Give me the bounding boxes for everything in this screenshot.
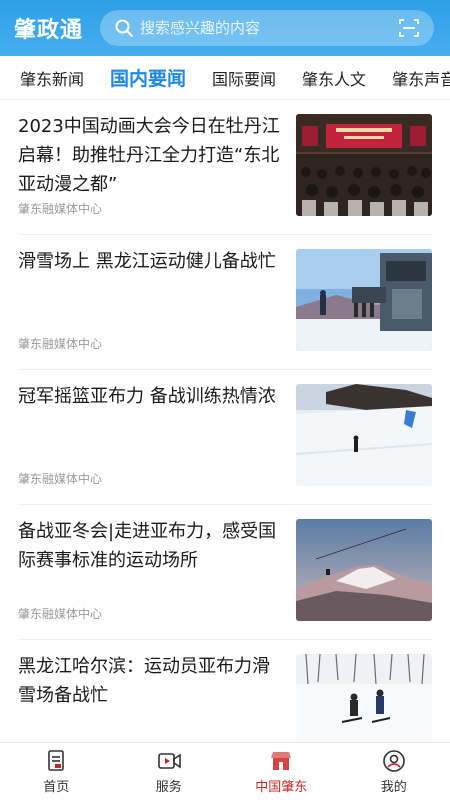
news-source: 肇东融媒体中心: [18, 202, 103, 216]
nav-china-zhaodong-label: 中国肇东: [255, 779, 308, 795]
search-input[interactable]: [140, 19, 398, 37]
nav-home[interactable]: 首页: [0, 743, 113, 800]
scan-icon[interactable]: [398, 17, 420, 39]
app-title: 肇政通: [14, 18, 84, 43]
news-item[interactable]: 滑雪场上 黑龙江运动健儿备战忙 肇东融媒体中心: [18, 235, 432, 370]
category-tabs: 肇东新闻 国内要闻 国际要闻 肇东人文 肇东声音: [0, 56, 450, 100]
nav-home-label: 首页: [43, 779, 70, 795]
news-thumbnail-conference: [296, 114, 432, 216]
tab-zhaodong-culture[interactable]: 肇东人文: [302, 66, 366, 90]
news-thumbnail-ski-slope: [296, 384, 432, 486]
news-thumbnail-mountain: [296, 519, 432, 621]
nav-services[interactable]: 服务: [113, 743, 226, 800]
news-item[interactable]: 冠军摇篮亚布力 备战训练热情浓 肇东融媒体中心: [18, 370, 432, 505]
search-bar[interactable]: [100, 10, 434, 46]
home-document-icon: [48, 749, 65, 771]
nav-services-label: 服务: [155, 779, 182, 795]
store-icon: [271, 751, 292, 770]
news-item[interactable]: 备战亚冬会|走进亚布力，感受国际赛事标准的运动场所 肇东融媒体中心: [18, 505, 432, 640]
news-item[interactable]: 2023中国动画大会今日在牡丹江启幕！助推牡丹江全力打造“东北亚动漫之都” 肇东…: [18, 100, 432, 235]
news-title: 滑雪场上 黑龙江运动健儿备战忙: [18, 251, 276, 272]
bottom-navigation: 首页 服务 中国肇东 我的: [0, 742, 450, 800]
news-source: 肇东融媒体中心: [18, 607, 103, 621]
news-title: 备战亚冬会|走进亚布力，感受国际赛事标准的运动场所: [18, 521, 277, 571]
app-header: 肇政通: [0, 0, 450, 56]
news-title: 黑龙江哈尔滨：运动员亚布力滑雪场备战忙: [18, 656, 270, 706]
nav-profile[interactable]: 我的: [338, 743, 450, 800]
nav-profile-label: 我的: [380, 779, 407, 795]
tab-zhaodong-voice[interactable]: 肇东声音: [392, 66, 450, 90]
news-item[interactable]: 黑龙江哈尔滨：运动员亚布力滑雪场备战忙: [18, 640, 432, 742]
news-title: 冠军摇篮亚布力 备战训练热情浓: [18, 386, 276, 407]
news-title: 2023中国动画大会今日在牡丹江启幕！助推牡丹江全力打造“东北亚动漫之都”: [18, 116, 280, 195]
tab-international-news[interactable]: 国际要闻: [212, 66, 276, 90]
news-thumbnail-ski-lift: [296, 249, 432, 351]
user-profile-icon: [382, 749, 405, 772]
nav-china-zhaodong[interactable]: 中国肇东: [225, 743, 338, 800]
search-icon: [114, 18, 134, 38]
video-camera-icon: [157, 752, 181, 769]
news-source: 肇东融媒体中心: [18, 472, 103, 486]
news-source: 肇东融媒体中心: [18, 337, 103, 351]
news-thumbnail-snowboarders: [296, 654, 432, 742]
tab-domestic-news[interactable]: 国内要闻: [110, 64, 186, 91]
tab-zhaodong-news[interactable]: 肇东新闻: [20, 66, 84, 90]
news-list: 2023中国动画大会今日在牡丹江启幕！助推牡丹江全力打造“东北亚动漫之都” 肇东…: [0, 100, 450, 742]
